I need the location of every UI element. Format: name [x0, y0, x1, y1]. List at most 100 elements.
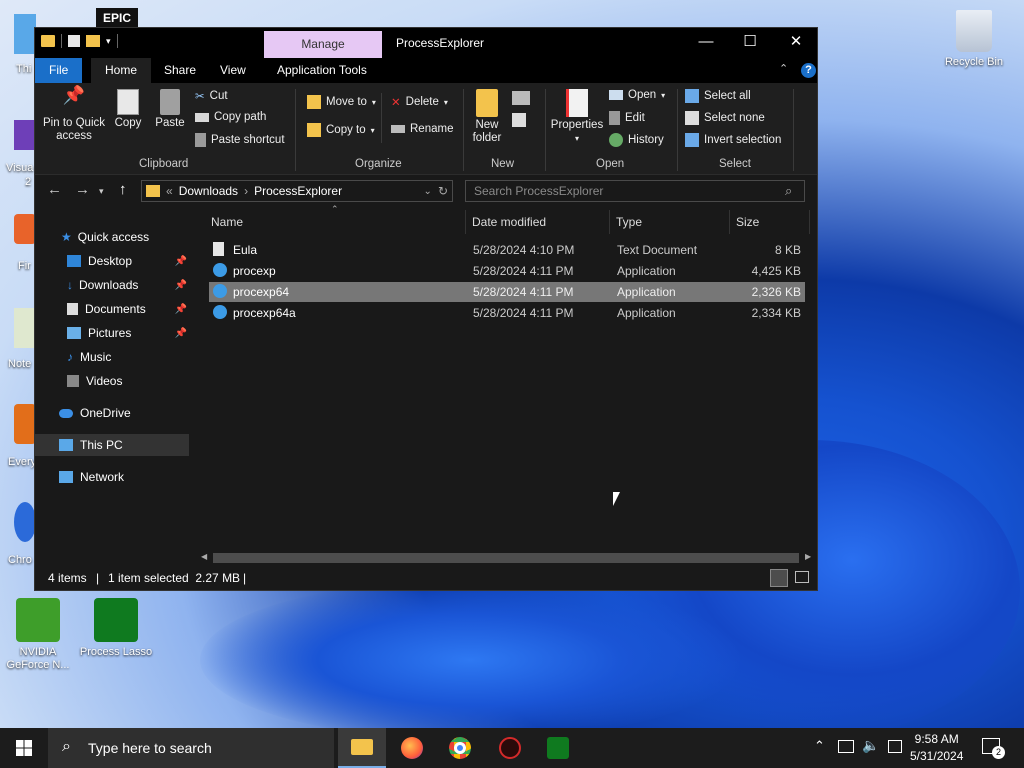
start-button[interactable] — [0, 728, 48, 768]
scrollbar-thumb[interactable] — [213, 553, 799, 563]
nav-desktop[interactable]: Desktop 📌 — [35, 250, 189, 272]
cut-button[interactable]: ✂ Cut — [195, 89, 228, 103]
edit-button[interactable]: Edit — [609, 111, 645, 125]
column-header-name[interactable]: Name — [211, 215, 243, 229]
column-header-size[interactable]: Size — [736, 215, 759, 229]
file-row[interactable]: procexp64a 5/28/2024 4:11 PM Application… — [209, 303, 805, 323]
taskbar-chrome[interactable] — [436, 728, 484, 768]
desktop-icon-nvidia[interactable]: NVIDIA GeForce N... — [0, 598, 76, 672]
help-icon[interactable]: ? — [801, 63, 816, 78]
desktop-icon-partial[interactable] — [14, 14, 36, 54]
new-folder-icon[interactable] — [86, 35, 100, 47]
taskbar-file-explorer[interactable] — [338, 728, 386, 768]
nav-videos[interactable]: Videos — [35, 370, 189, 392]
large-icons-view-button[interactable] — [795, 571, 809, 583]
show-hidden-icons-button[interactable]: ⌃ — [814, 738, 825, 754]
move-to-button[interactable]: Move to ▾ — [307, 95, 376, 109]
new-folder-button[interactable]: New folder — [469, 89, 505, 145]
scroll-left-icon[interactable]: ◀ — [201, 552, 207, 561]
desktop-icon-partial[interactable] — [14, 308, 36, 348]
up-button[interactable]: ↑ — [119, 181, 127, 198]
forward-button[interactable]: → — [75, 181, 90, 198]
breadcrumb-downloads[interactable]: Downloads — [179, 184, 238, 198]
file-row[interactable]: Eula 5/28/2024 4:10 PM Text Document 8 K… — [209, 240, 805, 260]
nav-network[interactable]: Network — [35, 466, 189, 488]
close-button[interactable]: ✕ — [773, 28, 819, 58]
notification-tray-icon[interactable] — [888, 740, 902, 753]
tab-file[interactable]: File — [35, 58, 83, 83]
file-row[interactable]: procexp 5/28/2024 4:11 PM Application 4,… — [209, 261, 805, 281]
taskbar-clock[interactable]: 9:58 AM 5/31/2024 — [910, 731, 963, 765]
collapse-ribbon-icon[interactable]: ⌃ — [779, 62, 788, 75]
desktop-icon-recycle-bin[interactable]: Recycle Bin — [936, 10, 1012, 68]
desktop-icon-epic[interactable]: EPIC — [96, 8, 138, 28]
button-label: Select none — [704, 112, 765, 124]
nav-documents[interactable]: Documents 📌 — [35, 298, 189, 320]
pin-to-quick-access-button[interactable]: 📌 Pin to Quick access — [41, 86, 107, 143]
back-button[interactable]: ← — [47, 181, 62, 198]
nav-music[interactable]: ♪ Music — [35, 346, 189, 368]
desktop-icon-partial[interactable] — [14, 404, 36, 444]
properties-button[interactable]: Properties ▾ — [549, 89, 605, 145]
paste-button[interactable]: Paste — [155, 89, 185, 130]
nav-pictures[interactable]: Pictures 📌 — [35, 322, 189, 344]
properties-icon[interactable] — [68, 35, 80, 47]
delete-button[interactable]: ✕ Delete ▾ — [391, 95, 448, 109]
column-header-date-modified[interactable]: Date modified — [472, 215, 546, 229]
nav-downloads[interactable]: ↓ Downloads 📌 — [35, 274, 189, 296]
select-none-button[interactable]: Select none — [685, 111, 765, 125]
invert-selection-button[interactable]: Invert selection — [685, 133, 781, 147]
tab-share[interactable]: Share — [150, 58, 210, 83]
minimize-button[interactable]: — — [683, 28, 729, 58]
refresh-icon[interactable]: ↻ — [438, 184, 448, 198]
maximize-button[interactable]: ☐ — [727, 28, 773, 58]
nav-quick-access[interactable]: ★ Quick access — [35, 226, 189, 248]
copy-path-button[interactable]: Copy path — [195, 111, 266, 123]
horizontal-scrollbar[interactable]: ◀ ▶ — [195, 550, 817, 566]
group-divider — [793, 89, 794, 171]
nav-this-pc[interactable]: This PC — [35, 434, 189, 456]
breadcrumb-processexplorer[interactable]: ProcessExplorer — [254, 184, 342, 198]
search-input[interactable]: Search ProcessExplorer — [465, 180, 805, 202]
copy-to-button[interactable]: Copy to ▾ — [307, 123, 375, 137]
paste-shortcut-button[interactable]: Paste shortcut — [195, 133, 285, 147]
taskbar-process-lasso[interactable] — [534, 728, 582, 768]
search-icon[interactable]: ⌕ — [785, 183, 792, 199]
scroll-right-icon[interactable]: ▶ — [805, 552, 811, 561]
history-button[interactable]: History — [609, 133, 664, 147]
qat-dropdown-icon[interactable]: ▾ — [106, 36, 111, 47]
breadcrumb-overflow[interactable]: « — [166, 184, 173, 198]
tab-view[interactable]: View — [206, 58, 260, 83]
select-all-button[interactable]: Select all — [685, 89, 751, 103]
desktop-icon-partial[interactable] — [14, 120, 36, 150]
taskbar-firefox[interactable] — [388, 728, 436, 768]
file-row-selected[interactable]: procexp64 5/28/2024 4:11 PM Application … — [209, 282, 805, 302]
easy-access-icon[interactable] — [512, 113, 526, 127]
new-item-icon[interactable] — [512, 91, 530, 105]
nav-label: Videos — [86, 374, 123, 388]
address-dropdown-icon[interactable]: ⌄ — [424, 186, 432, 197]
status-bar: 4 items | 1 item selected 2.27 MB | — [35, 566, 817, 590]
tab-home[interactable]: Home — [91, 58, 152, 83]
desktop-icon-partial[interactable] — [14, 214, 36, 244]
folder-icon[interactable] — [41, 35, 55, 47]
recent-locations-icon[interactable]: ▾ — [99, 186, 104, 197]
details-view-button[interactable] — [770, 569, 788, 587]
open-button[interactable]: Open ▾ — [609, 89, 665, 101]
pin-icon: 📌 — [174, 255, 187, 267]
tab-application-tools[interactable]: Application Tools — [263, 58, 381, 83]
copy-button[interactable]: Copy — [113, 89, 143, 130]
column-header-type[interactable]: Type — [616, 215, 642, 229]
taskbar-app-red[interactable] — [486, 728, 534, 768]
desktop-icon-process-lasso[interactable]: Process Lasso — [78, 598, 154, 658]
desktop-icon-partial[interactable] — [14, 502, 36, 542]
tab-manage[interactable]: Manage — [264, 31, 382, 58]
rename-button[interactable]: Rename — [391, 123, 453, 135]
address-bar[interactable]: « Downloads › ProcessExplorer ⌄ ↻ — [141, 180, 453, 202]
paste-icon — [160, 89, 180, 115]
nav-onedrive[interactable]: OneDrive — [35, 402, 189, 424]
action-center-button[interactable]: 2 — [980, 736, 1005, 760]
network-tray-icon[interactable] — [838, 740, 854, 753]
volume-tray-icon[interactable]: 🔈 — [862, 737, 879, 754]
taskbar-search-box[interactable]: ⌕ Type here to search — [48, 728, 334, 768]
